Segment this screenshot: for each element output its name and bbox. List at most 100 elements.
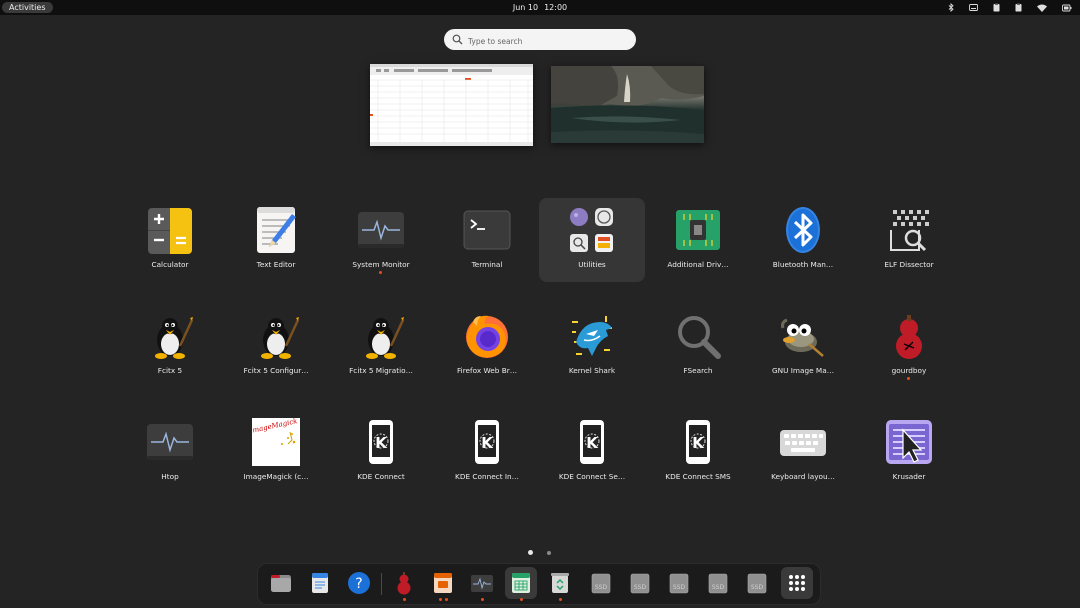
app-label: ImageMagick (c… [243, 472, 309, 481]
elf-dissector-icon [885, 206, 933, 254]
keyboard-icon[interactable] [969, 4, 978, 11]
system-monitor-icon [357, 206, 405, 254]
dock-item-spreadsheet[interactable] [505, 567, 537, 599]
clock-date: Jun 10 [512, 3, 539, 12]
dock-item-document-viewer[interactable] [304, 567, 336, 599]
clock[interactable]: Jun 10 12:00 [0, 2, 1080, 13]
drive-icon: SSD [669, 573, 689, 594]
app-krusader[interactable]: Krusader [856, 410, 962, 494]
htop-icon [146, 418, 194, 466]
text-editor-icon [252, 206, 300, 254]
app-label: Terminal [471, 260, 503, 269]
app-label: Fcitx 5 Migratio… [349, 366, 413, 375]
penguin-icon [252, 312, 300, 360]
clock-time: 12:00 [544, 3, 568, 12]
bluetooth-icon[interactable] [948, 3, 954, 12]
app-label: Krusader [892, 472, 926, 481]
dock-item-help[interactable]: ? [343, 567, 375, 599]
app-system-monitor[interactable]: System Monitor [328, 198, 434, 282]
battery-icon[interactable] [1062, 4, 1072, 12]
app-keyboard-layou[interactable]: Keyboard layou… [750, 410, 856, 494]
app-fcitx-5-configur[interactable]: Fcitx 5 Configur… [223, 304, 329, 388]
running-indicator [444, 598, 448, 601]
presentation-icon [434, 573, 452, 593]
app-gourdboy[interactable]: gourdboy [856, 304, 962, 388]
svg-text:SSD: SSD [595, 584, 608, 591]
app-elf-dissector[interactable]: ELF Dissector [856, 198, 962, 282]
imagemagick-icon: ImageMagick [248, 415, 303, 469]
dock-item-drive[interactable]: SSD [624, 567, 656, 599]
app-gnu-image-ma[interactable]: GNU Image Ma… [750, 304, 856, 388]
firefox-icon [463, 312, 511, 360]
app-label: KDE Connect SMS [665, 472, 731, 481]
app-label: ELF Dissector [884, 260, 934, 269]
krusader-icon [885, 418, 933, 466]
penguin-icon [357, 312, 405, 360]
running-indicator [438, 598, 442, 601]
app-label: GNU Image Ma… [771, 366, 834, 375]
help-icon: ? [348, 572, 370, 594]
app-terminal[interactable]: Terminal [434, 198, 540, 282]
workspace-thumbnail-spreadsheet[interactable] [370, 64, 533, 146]
app-label: Text Editor [256, 260, 296, 269]
bluetooth-icon [779, 206, 827, 254]
dock-item-drive[interactable]: SSD [741, 567, 773, 599]
running-indicator [480, 598, 484, 601]
penguin-icon [146, 312, 194, 360]
app-fsearch[interactable]: FSearch [645, 304, 751, 388]
workspace-thumbnail-wallpaper[interactable] [551, 66, 704, 143]
search-bar[interactable] [444, 29, 636, 52]
app-firefox-web-br[interactable]: Firefox Web Br… [434, 304, 540, 388]
app-utilities[interactable]: Utilities [539, 198, 645, 282]
dock-separator [381, 573, 382, 595]
wifi-icon[interactable] [1037, 4, 1047, 12]
running-indicator [558, 598, 562, 601]
search-input[interactable] [468, 31, 628, 52]
app-calculator[interactable]: Calculator [117, 198, 223, 282]
app-bluetooth-man[interactable]: Bluetooth Man… [750, 198, 856, 282]
running-indicator [402, 598, 406, 601]
app-label: Utilities [578, 260, 606, 269]
dock-item-app-grid[interactable] [781, 567, 813, 599]
dock-item-drive[interactable]: SSD [585, 567, 617, 599]
app-imagemagick-c[interactable]: ImageMagick ImageMagick (c… [223, 410, 329, 494]
app-additional-driv[interactable]: Additional Driv… [645, 198, 751, 282]
dock-item-gourd[interactable] [388, 567, 420, 599]
dock-item-drive[interactable]: SSD [663, 567, 695, 599]
page-indicator-2[interactable] [547, 551, 551, 555]
drive-icon: SSD [591, 573, 611, 594]
trash-icon [551, 573, 569, 593]
app-kde-connect[interactable]: K KDE Connect [328, 410, 434, 494]
system-tray[interactable] [948, 3, 1072, 12]
dock-item-drive[interactable]: SSD [702, 567, 734, 599]
page-indicator-1[interactable] [528, 550, 533, 555]
app-kernel-shark[interactable]: Kernel Shark [539, 304, 645, 388]
shark-icon [568, 312, 616, 360]
drive-icon: SSD [708, 573, 728, 594]
clipboard-icon[interactable] [1015, 3, 1022, 12]
app-grid-icon [789, 575, 805, 591]
kde-connect-icon: K [357, 418, 405, 466]
app-label: Calculator [151, 260, 189, 269]
kde-connect-icon: K [568, 418, 616, 466]
app-htop[interactable]: Htop [117, 410, 223, 494]
dock-item-system-monitor[interactable] [466, 567, 498, 599]
running-indicator [519, 598, 523, 601]
app-fcitx-5[interactable]: Fcitx 5 [117, 304, 223, 388]
gourd-icon [885, 312, 933, 360]
spreadsheet-icon [512, 573, 530, 593]
folder-icon [568, 206, 616, 254]
app-fcitx-5-migratio[interactable]: Fcitx 5 Migratio… [328, 304, 434, 388]
keyboard-icon [779, 418, 827, 466]
drive-icon: SSD [747, 573, 767, 594]
dock-item-files[interactable] [265, 567, 297, 599]
app-kde-connect-se[interactable]: K KDE Connect Se… [539, 410, 645, 494]
app-text-editor[interactable]: Text Editor [223, 198, 329, 282]
app-kde-connect-sms[interactable]: K KDE Connect SMS [645, 410, 751, 494]
magnifier-icon [674, 312, 722, 360]
dock-item-presentation[interactable] [427, 567, 459, 599]
app-label: Bluetooth Man… [772, 260, 834, 269]
clipboard-icon[interactable] [993, 3, 1000, 12]
dock-item-trash[interactable] [544, 567, 576, 599]
app-kde-connect-in[interactable]: K KDE Connect In… [434, 410, 540, 494]
